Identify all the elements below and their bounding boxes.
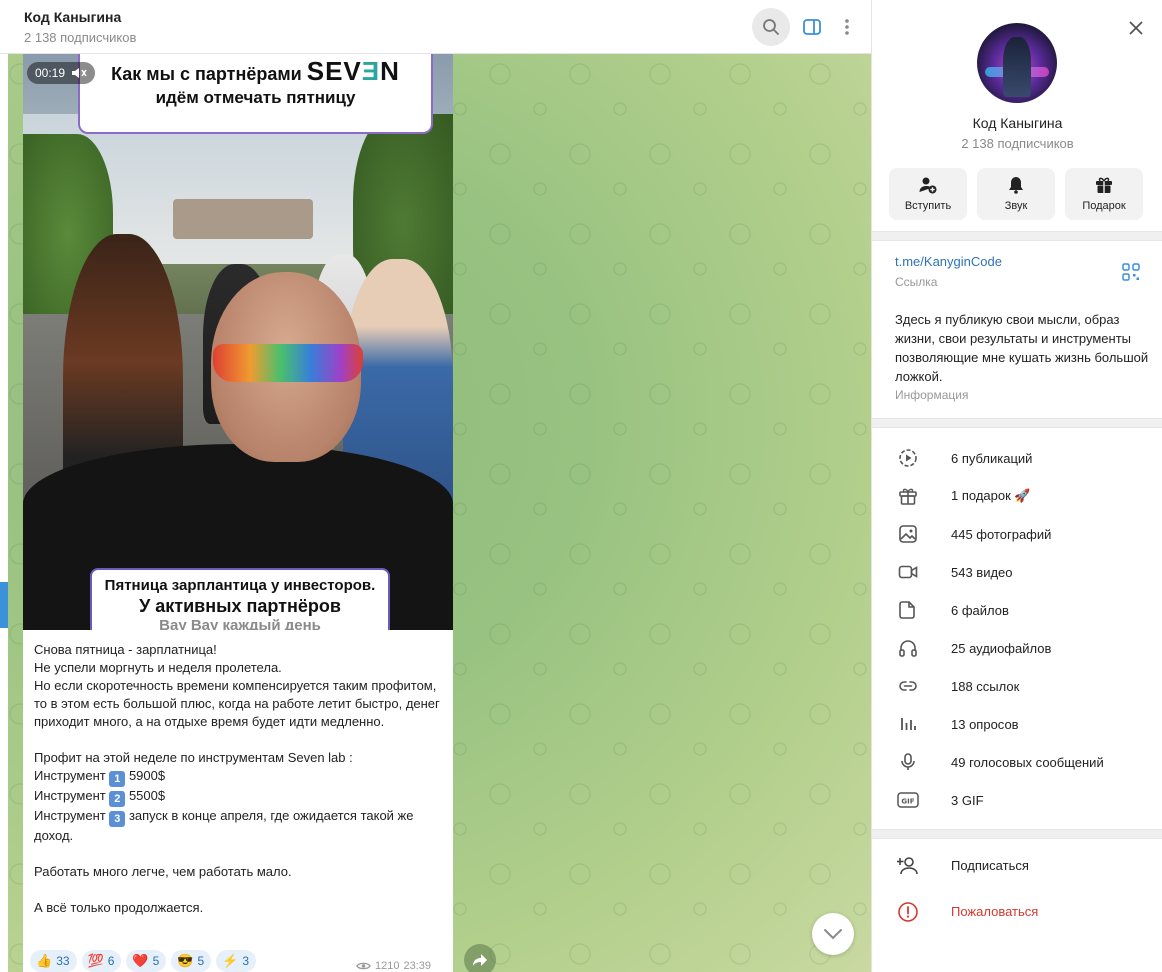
muted-speaker-icon bbox=[72, 68, 87, 78]
stat-voice[interactable]: 49 голосовых сообщений bbox=[872, 743, 1162, 781]
stat-videos[interactable]: 543 видео bbox=[872, 553, 1162, 591]
video-duration-badge[interactable]: 00:19 bbox=[27, 62, 96, 84]
bell-icon bbox=[1009, 177, 1023, 194]
report-label: Пожаловаться bbox=[951, 904, 1039, 919]
gift-icon bbox=[1096, 177, 1112, 193]
channel-subscribers: 2 138 подписчиков bbox=[961, 136, 1074, 151]
sound-label: Звук bbox=[1004, 200, 1028, 212]
caption-line: Пятница зарплантица у инвесторов. bbox=[104, 577, 376, 594]
stat-photos[interactable]: 445 фотографий bbox=[872, 515, 1162, 553]
link-icon bbox=[897, 675, 919, 697]
brand-logo: SEVƎN bbox=[306, 56, 400, 86]
keycap-3-icon: 3 bbox=[109, 811, 126, 827]
instrument-line: Инструмент 1 5900$ bbox=[34, 768, 166, 787]
headphones-icon bbox=[897, 637, 919, 659]
join-label: Вступить bbox=[904, 200, 952, 212]
caption-line: Как мы с партнёрами bbox=[111, 64, 302, 84]
channel-info-panel: Код Каныгина 2 138 подписчиков Вступить … bbox=[871, 0, 1162, 972]
share-arrow-icon bbox=[473, 954, 487, 966]
caption-line: идём отмечать пятницу bbox=[155, 88, 356, 107]
video-icon bbox=[897, 561, 919, 583]
stories-icon bbox=[897, 447, 919, 469]
caption-line: Вау Вау каждый день bbox=[159, 617, 321, 630]
report-action[interactable]: Пожаловаться bbox=[872, 892, 1162, 932]
chevron-down-icon bbox=[824, 929, 842, 940]
add-user-icon bbox=[919, 177, 937, 194]
gift-button[interactable]: Подарок bbox=[1065, 168, 1143, 220]
more-button[interactable] bbox=[828, 8, 866, 46]
video-thumbnail[interactable]: Как мы с партнёрами SEVƎN идём отмечать … bbox=[23, 54, 453, 630]
join-button[interactable]: Вступить bbox=[889, 168, 967, 220]
qr-code-icon bbox=[1122, 263, 1140, 281]
stat-links[interactable]: 188 ссылок bbox=[872, 667, 1162, 705]
toggle-sidebar-button[interactable] bbox=[793, 8, 831, 46]
gift-label: Подарок bbox=[1082, 200, 1126, 212]
keycap-2-icon: 2 bbox=[109, 791, 126, 807]
stat-audio[interactable]: 25 аудиофайлов bbox=[872, 629, 1162, 667]
keycap-1-icon: 1 bbox=[109, 771, 126, 787]
video-time: 00:19 bbox=[35, 66, 66, 80]
gif-icon: GIF bbox=[897, 789, 919, 811]
svg-text:GIF: GIF bbox=[901, 798, 914, 806]
search-button[interactable] bbox=[752, 8, 790, 46]
divider bbox=[872, 829, 1162, 839]
more-vertical-icon bbox=[845, 19, 849, 35]
message-time: 23:39 bbox=[403, 960, 432, 972]
caption-line: У активных партнёров bbox=[139, 596, 341, 616]
qr-code-button[interactable] bbox=[1122, 263, 1142, 283]
message-text: Снова пятница - зарплатница! Не успели м… bbox=[34, 642, 440, 915]
link-caption: Ссылка bbox=[895, 275, 938, 289]
channel-avatar[interactable] bbox=[977, 23, 1057, 103]
microphone-icon bbox=[897, 751, 919, 773]
divider bbox=[872, 231, 1162, 241]
eye-icon bbox=[356, 962, 371, 970]
views-count: 1210 bbox=[375, 960, 400, 972]
gift-icon bbox=[897, 485, 919, 507]
stat-gif[interactable]: GIF 3 GIF bbox=[872, 781, 1162, 819]
file-icon bbox=[897, 599, 919, 621]
instrument-line: Инструмент 3 запуск в конце апреля, где … bbox=[34, 808, 414, 843]
reaction-thumbs-up[interactable]: 👍 33 bbox=[30, 950, 77, 972]
stat-gifts[interactable]: 1 подарок 🚀 bbox=[872, 477, 1162, 515]
instrument-line: Инструмент 2 5500$ bbox=[34, 788, 166, 807]
chat-title[interactable]: Код Каныгина bbox=[24, 9, 121, 25]
divider bbox=[872, 418, 1162, 428]
description-caption: Информация bbox=[895, 388, 969, 402]
chat-subscribers: 2 138 подписчиков bbox=[24, 30, 137, 45]
reaction-heart[interactable]: ❤️ 5 bbox=[126, 950, 167, 972]
search-icon bbox=[763, 19, 779, 35]
stat-publications[interactable]: 6 публикаций bbox=[872, 439, 1162, 477]
channel-description: Здесь я публикую свои мысли, образ жизни… bbox=[895, 312, 1149, 384]
close-icon bbox=[1129, 21, 1143, 35]
message-bubble[interactable]: Как мы с партнёрами SEVƎN идём отмечать … bbox=[23, 54, 453, 972]
warning-icon bbox=[897, 901, 919, 923]
sidebar-icon bbox=[803, 19, 821, 35]
stat-polls[interactable]: 13 опросов bbox=[872, 705, 1162, 743]
subscribe-action[interactable]: Подписаться bbox=[872, 846, 1162, 886]
photo-icon bbox=[897, 523, 919, 545]
share-button[interactable] bbox=[464, 944, 496, 972]
reactions-bar: 👍 33 💯 6 ❤️ 5 😎 5 ⚡ 3 bbox=[30, 950, 257, 972]
add-user-icon bbox=[897, 855, 919, 877]
chat-header: Код Каныгина 2 138 подписчиков bbox=[0, 0, 871, 54]
reaction-hundred[interactable]: 💯 6 bbox=[81, 950, 122, 972]
stat-files[interactable]: 6 файлов bbox=[872, 591, 1162, 629]
poll-icon bbox=[897, 713, 919, 735]
channel-name: Код Каныгина bbox=[972, 115, 1063, 131]
reaction-cool[interactable]: 😎 5 bbox=[171, 950, 212, 972]
left-accent-bar bbox=[0, 582, 8, 628]
message-meta: 1210 23:39 bbox=[356, 960, 431, 972]
left-edge bbox=[0, 54, 8, 972]
sound-button[interactable]: Звук bbox=[977, 168, 1055, 220]
video-caption-bottom: Пятница зарплантица у инвесторов. У акти… bbox=[90, 568, 390, 630]
chat-area: Код Каныгина 2 138 подписчиков Как мы с … bbox=[0, 0, 871, 972]
close-button[interactable] bbox=[1124, 16, 1148, 40]
channel-link[interactable]: t.me/KanyginCode bbox=[895, 254, 1002, 269]
reaction-lightning[interactable]: ⚡ 3 bbox=[216, 950, 257, 972]
subscribe-label: Подписаться bbox=[951, 858, 1029, 873]
scroll-down-button[interactable] bbox=[812, 913, 854, 955]
video-caption-top: Как мы с партнёрами SEVƎN идём отмечать … bbox=[78, 54, 433, 134]
